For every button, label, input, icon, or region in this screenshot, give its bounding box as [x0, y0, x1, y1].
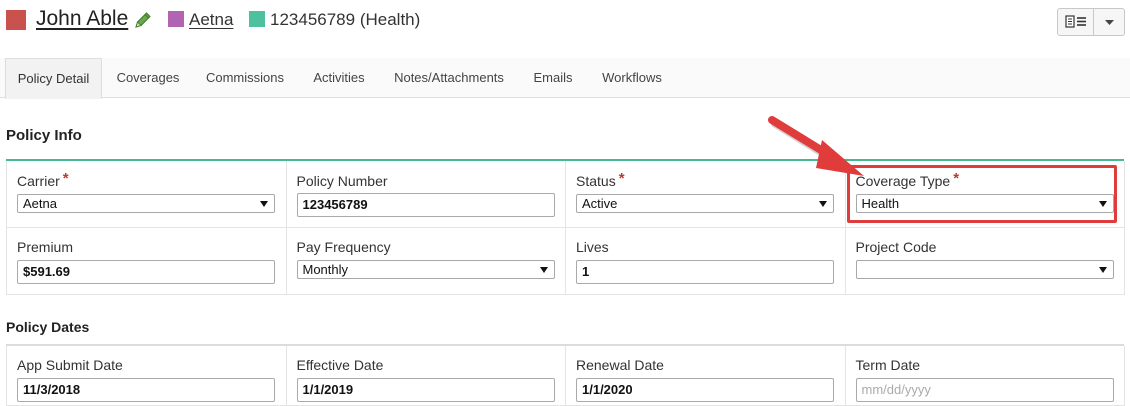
policy-dates-grid: App Submit Date 11/3/2018 Effective Date… — [6, 346, 1125, 406]
view-dropdown-toggle[interactable] — [1094, 9, 1125, 35]
renewal-date-label: Renewal Date — [576, 357, 664, 373]
view-toggle-button[interactable] — [1058, 9, 1094, 35]
project-code-cell: Project Code — [845, 228, 1125, 295]
select-arrow-icon — [260, 201, 268, 207]
tab-coverages[interactable]: Coverages — [108, 58, 188, 98]
client-color-swatch — [6, 10, 26, 30]
tab-commissions[interactable]: Commissions — [198, 58, 292, 98]
premium-cell: Premium $591.69 — [7, 228, 287, 295]
premium-label: Premium — [17, 239, 74, 255]
select-arrow-icon — [539, 267, 548, 273]
policy-number-label: Policy Number — [296, 173, 388, 189]
edit-pencil-icon[interactable] — [133, 10, 153, 30]
tab-activities[interactable]: Activities — [304, 58, 374, 98]
renewal-date-cell: Renewal Date 1/1/2020 — [566, 346, 846, 406]
term-date-cell: Term Date mm/dd/yyyy — [845, 346, 1125, 406]
carrier-color-swatch — [168, 11, 184, 27]
policy-dates-heading: Policy Dates — [6, 319, 90, 335]
effective-date-input[interactable]: 1/1/2019 — [296, 378, 555, 402]
policy-label: 123456789 (Health) — [270, 10, 421, 29]
required-marker: * — [618, 170, 625, 187]
app-submit-date-cell: App Submit Date 11/3/2018 — [7, 346, 287, 406]
premium-input[interactable]: $591.69 — [17, 260, 275, 284]
tab-notes-attachments[interactable]: Notes/Attachments — [385, 58, 513, 98]
policy-info-heading: Policy Info — [6, 127, 82, 144]
carrier-cell: Carrier * Aetna — [7, 161, 287, 228]
policy-tabs: Policy Detail Coverages Commissions Acti… — [0, 58, 1130, 99]
select-arrow-icon — [1098, 267, 1107, 273]
project-code-select[interactable] — [855, 260, 1114, 279]
view-options-button-group — [1057, 8, 1125, 36]
pay-frequency-cell: Pay Frequency Monthly — [286, 228, 566, 295]
policy-number-cell: Policy Number 123456789 — [286, 161, 566, 228]
carrier-label: Carrier * — [17, 170, 69, 189]
project-code-label: Project Code — [855, 239, 937, 255]
tab-policy-detail[interactable]: Policy Detail — [5, 58, 102, 99]
term-date-input[interactable]: mm/dd/yyyy — [855, 378, 1114, 402]
pay-frequency-select[interactable]: Monthly — [296, 260, 555, 279]
status-label: Status * — [576, 170, 625, 189]
app-submit-date-label: App Submit Date — [17, 357, 123, 373]
policy-number-input[interactable]: 123456789 — [296, 193, 555, 217]
page-header: John Able Aetna 123456789 (Health) — [0, 0, 1130, 44]
lives-label: Lives — [576, 239, 609, 255]
lives-cell: Lives 1 — [566, 228, 846, 295]
lives-input[interactable]: 1 — [576, 260, 834, 284]
renewal-date-input[interactable]: 1/1/2020 — [576, 378, 834, 402]
caret-down-icon — [1105, 20, 1114, 25]
effective-date-cell: Effective Date 1/1/2019 — [286, 346, 566, 406]
tab-workflows[interactable]: Workflows — [593, 58, 671, 98]
carrier-select[interactable]: Aetna — [17, 194, 275, 213]
client-name-link[interactable]: John Able — [36, 7, 128, 31]
term-date-label: Term Date — [855, 357, 921, 373]
pay-frequency-label: Pay Frequency — [296, 239, 391, 255]
tab-emails[interactable]: Emails — [526, 58, 580, 98]
select-arrow-icon — [819, 201, 827, 207]
effective-date-label: Effective Date — [296, 357, 384, 373]
details-list-icon — [1065, 15, 1086, 28]
status-select[interactable]: Active — [576, 194, 834, 213]
required-marker: * — [62, 170, 69, 187]
app-submit-date-input[interactable]: 11/3/2018 — [17, 378, 275, 402]
policy-color-swatch — [249, 11, 265, 27]
carrier-link[interactable]: Aetna — [189, 10, 233, 30]
coverage-type-highlight-box — [847, 165, 1117, 223]
